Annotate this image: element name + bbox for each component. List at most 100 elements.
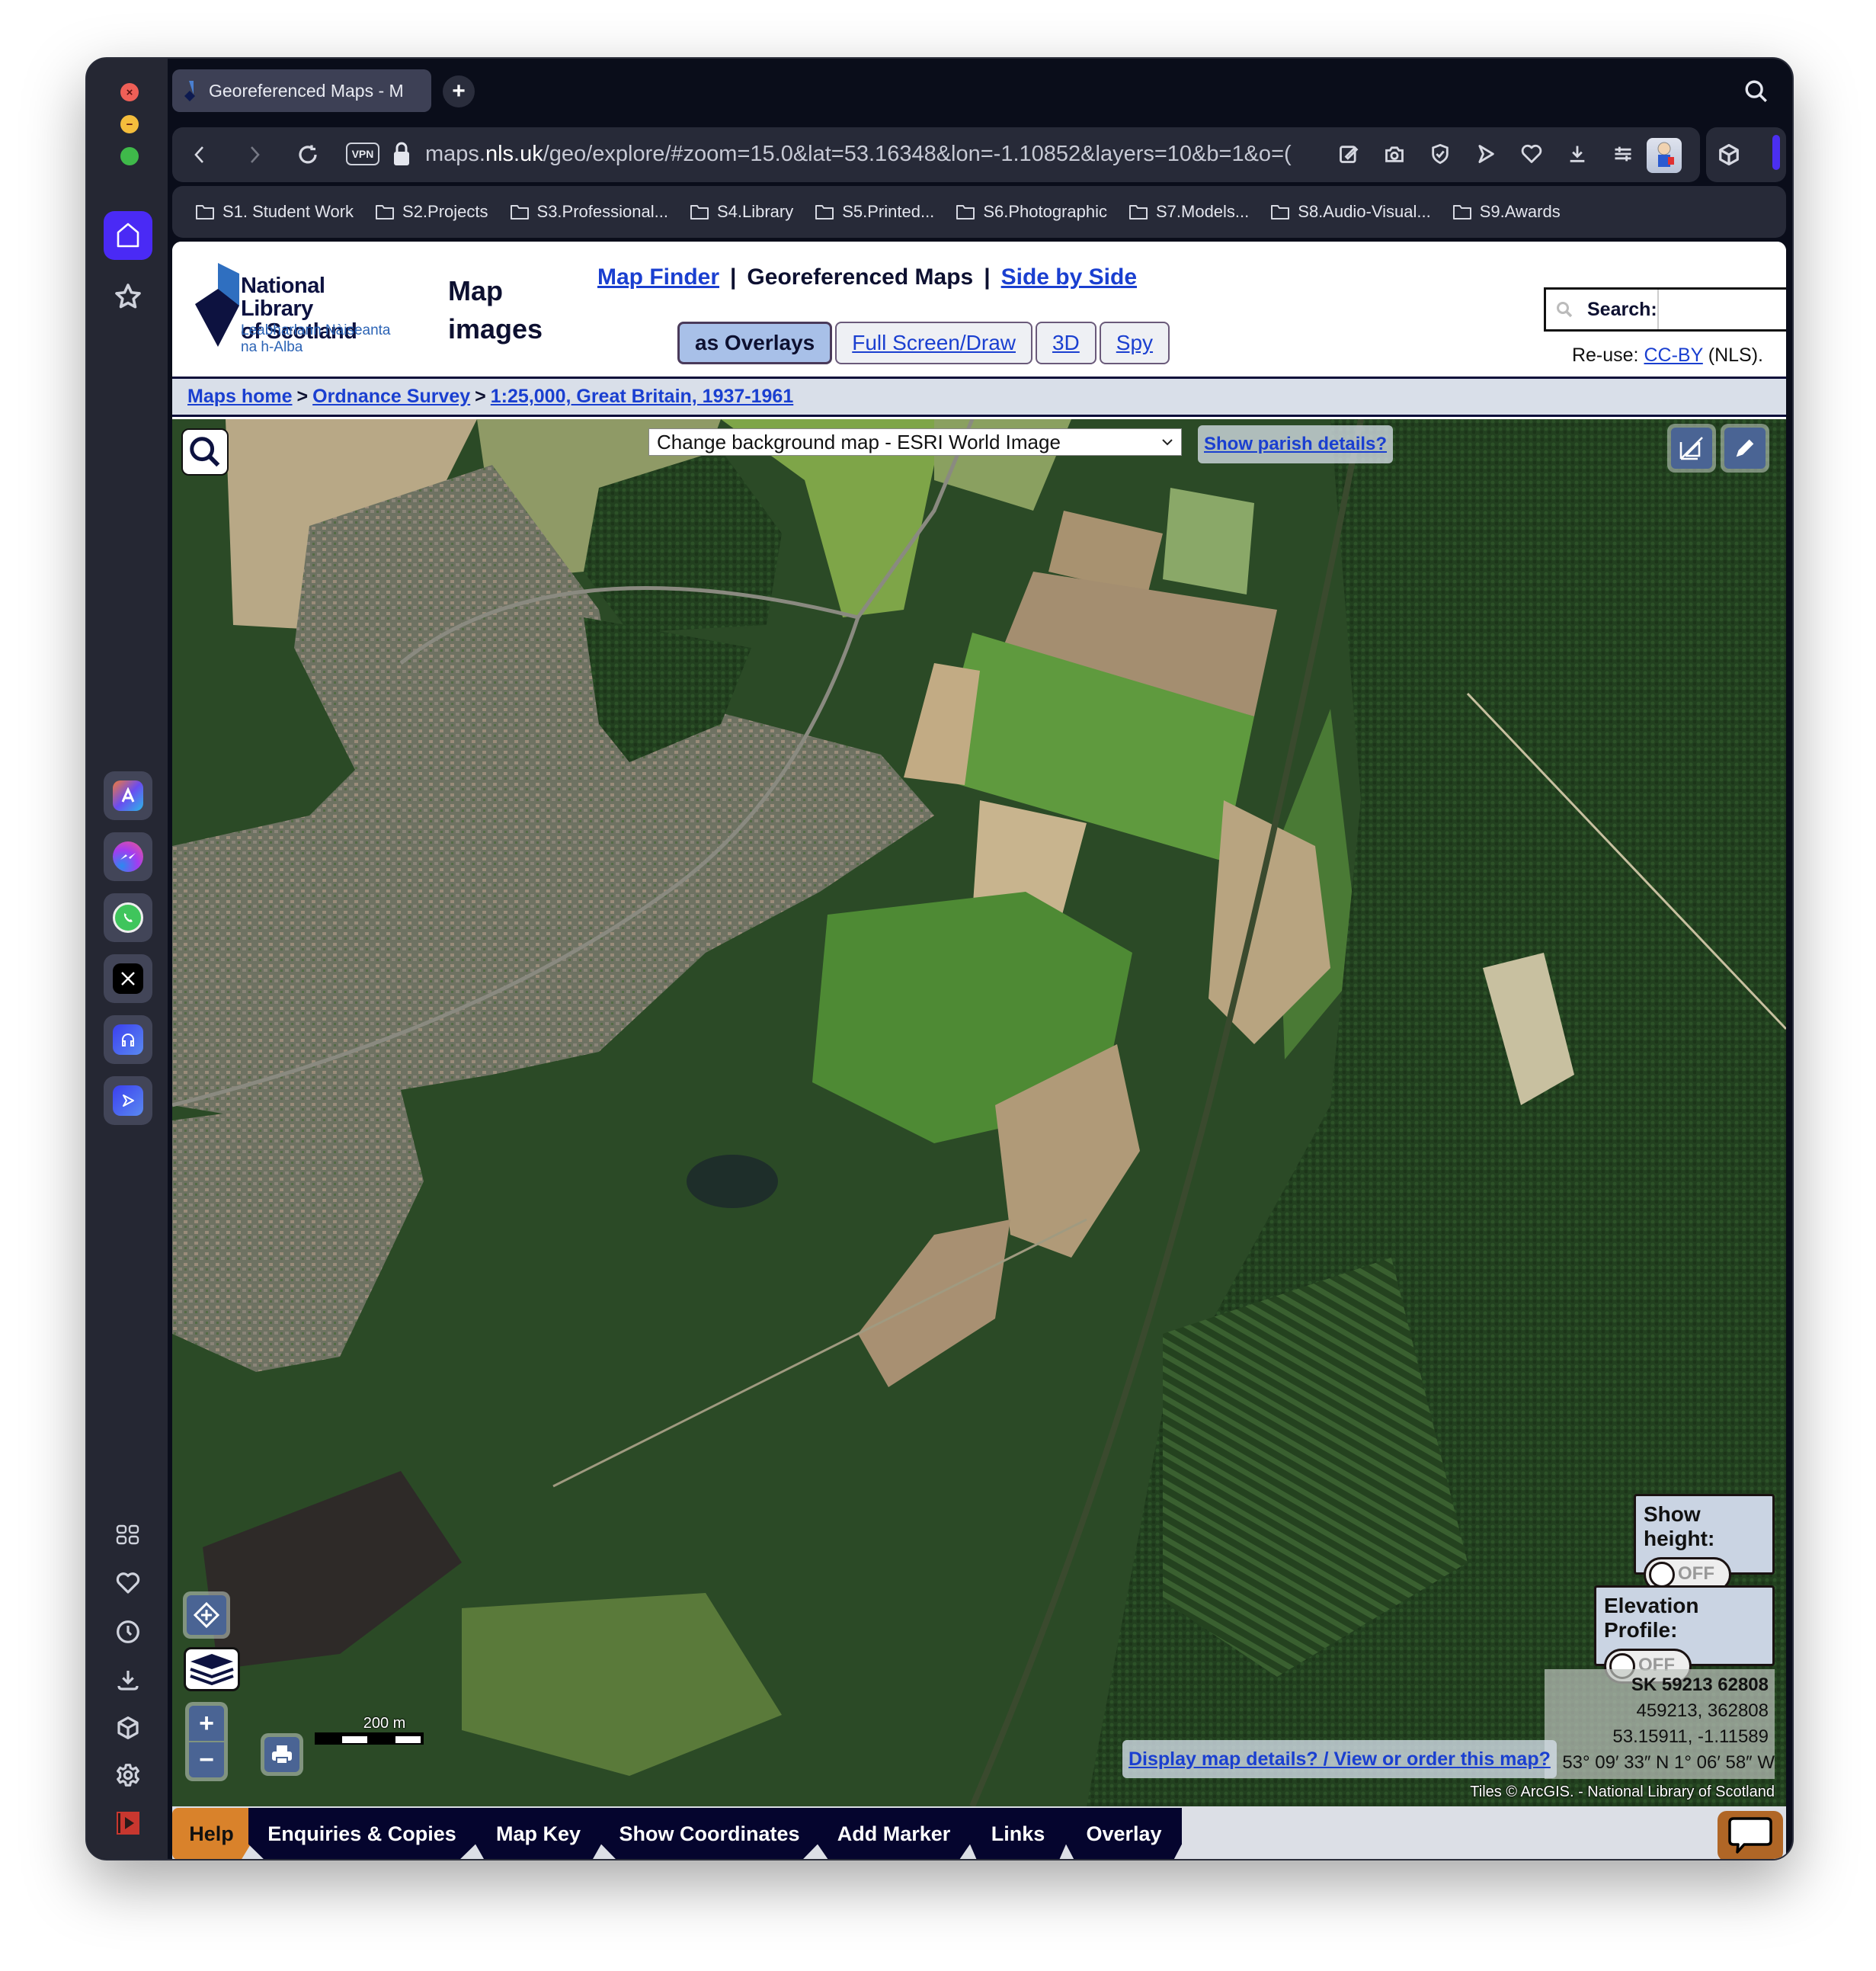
vpn-badge[interactable]: VPN (346, 143, 379, 165)
map-canvas[interactable]: Change background map - ESRI World Image… (172, 419, 1786, 1806)
profile-avatar[interactable] (1647, 138, 1682, 173)
breadcrumb-maps-home[interactable]: Maps home (187, 386, 293, 408)
bookmarks-button[interactable] (104, 272, 152, 321)
extensions-menu-button[interactable] (1715, 141, 1743, 168)
bookmark-folder[interactable]: S8.Audio-Visual... (1270, 202, 1431, 222)
extensions-button[interactable] (104, 1703, 152, 1752)
sidebar-app-whatsapp[interactable] (104, 893, 152, 942)
show-height-state: OFF (1678, 1563, 1714, 1584)
tab-3d[interactable]: 3D (1035, 322, 1096, 364)
sidebar-app-player[interactable] (104, 1076, 152, 1125)
show-parish-details-link[interactable]: Show parish details? (1198, 425, 1394, 463)
more-icon[interactable]: ••• (104, 1846, 152, 1859)
forward-button[interactable] (241, 141, 268, 168)
print-button[interactable] (261, 1733, 303, 1776)
search-input[interactable] (1657, 290, 1786, 329)
favorites-button[interactable] (104, 1559, 152, 1607)
background-map-select[interactable]: Change background map - ESRI World Image (648, 428, 1182, 456)
tab-title: Georeferenced Maps - M (209, 80, 404, 101)
tab-strip: Georeferenced Maps - M + (172, 69, 1792, 115)
video-button[interactable] (104, 1799, 152, 1848)
sidebar-app-music[interactable] (104, 1015, 152, 1064)
favorite-button[interactable] (1517, 139, 1546, 168)
bookmark-folder[interactable]: S6.Photographic (956, 202, 1107, 222)
zoom-window-button[interactable] (120, 147, 139, 165)
nav-separator: | (984, 264, 991, 290)
download-icon (117, 1671, 139, 1691)
reload-button[interactable] (294, 141, 322, 168)
search-icon (1557, 302, 1573, 318)
home-button[interactable] (104, 211, 152, 260)
history-button[interactable] (104, 1607, 152, 1656)
back-button[interactable] (186, 141, 213, 168)
downloads-button[interactable] (104, 1655, 152, 1704)
bookmark-folder[interactable]: S2.Projects (375, 202, 488, 222)
overlay-tab[interactable]: Overlay (1066, 1808, 1182, 1859)
minimize-window-button[interactable]: − (120, 115, 139, 133)
whatsapp-icon (113, 902, 143, 933)
sidebar-app-x[interactable] (104, 954, 152, 1003)
sidebar-app-messenger[interactable] (104, 832, 152, 881)
customize-button[interactable] (1609, 139, 1637, 168)
map-key-tab[interactable]: Map Key (475, 1808, 601, 1859)
draw-button[interactable] (1721, 424, 1769, 473)
layers-button[interactable] (184, 1647, 240, 1691)
web-page: National Library of Scotland Leabharlann … (172, 242, 1786, 1859)
zoom-in-button[interactable]: + (189, 1706, 224, 1741)
sidebar-panel-toggle[interactable] (1772, 135, 1780, 170)
new-tab-button[interactable]: + (443, 75, 475, 107)
bookmarks-bar: S1. Student Work S2.Projects S3.Professi… (172, 186, 1786, 238)
logo-gaelic-line2: na h-Alba (241, 339, 303, 355)
breadcrumb-series[interactable]: 1:25,000, Great Britain, 1937-1961 (491, 386, 793, 408)
enquiries-copies-tab[interactable]: Enquiries & Copies (248, 1808, 475, 1859)
browser-tab[interactable]: Georeferenced Maps - M (172, 69, 431, 112)
locate-button[interactable] (183, 1591, 230, 1639)
bookmark-label: S1. Student Work (222, 202, 354, 221)
folder-icon (1128, 205, 1148, 220)
bookmark-folder[interactable]: S1. Student Work (195, 202, 354, 222)
section-title-line1: Map (448, 275, 503, 306)
tab-spy[interactable]: Spy (1099, 322, 1170, 364)
side-by-side-link[interactable]: Side by Side (1001, 264, 1137, 290)
send-button[interactable] (1471, 139, 1500, 168)
map-search-button[interactable] (181, 428, 229, 476)
search-tabs-icon[interactable] (1743, 79, 1769, 104)
nls-favicon-icon (184, 81, 195, 101)
download-button[interactable] (1563, 139, 1592, 168)
tabs-button[interactable] (104, 1511, 152, 1559)
measure-button[interactable] (1667, 424, 1716, 473)
tab-full-screen-draw[interactable]: Full Screen/Draw (835, 322, 1032, 364)
feedback-chat-button[interactable] (1718, 1811, 1783, 1859)
breadcrumb: Maps home > Ordnance Survey > 1:25,000, … (172, 379, 1786, 417)
edit-page-button[interactable] (1334, 139, 1363, 168)
breadcrumb-ordnance-survey[interactable]: Ordnance Survey (312, 386, 470, 408)
bookmark-folder[interactable]: S9.Awards (1452, 202, 1561, 222)
settings-button[interactable] (104, 1751, 152, 1800)
url-field[interactable]: maps.nls.uk/geo/explore/#zoom=15.0&lat=5… (425, 139, 1301, 169)
url-domain: nls.uk (485, 142, 543, 166)
sliders-icon (1615, 146, 1631, 162)
zoom-out-button[interactable]: − (189, 1742, 224, 1777)
tab-as-overlays[interactable]: as Overlays (677, 322, 833, 364)
clock-icon (117, 1620, 139, 1643)
top-nav: Map Finder | Georeferenced Maps | Side by Si… (597, 264, 1137, 290)
bookmark-folder[interactable]: S5.Printed... (815, 202, 934, 222)
links-tab[interactable]: Links (970, 1808, 1066, 1859)
snapshot-button[interactable] (1380, 139, 1409, 168)
bookmark-folder[interactable]: S7.Models... (1128, 202, 1249, 222)
cc-by-link[interactable]: CC-BY (1644, 345, 1702, 366)
shield-button[interactable] (1426, 139, 1455, 168)
map-finder-link[interactable]: Map Finder (597, 264, 719, 290)
show-coordinates-tab[interactable]: Show Coordinates (601, 1808, 818, 1859)
close-window-button[interactable]: × (120, 83, 139, 101)
nls-logo[interactable]: National Library of Scotland Leabharlann … (195, 263, 401, 358)
help-tab[interactable]: Help (172, 1808, 251, 1859)
display-map-details-link[interactable]: Display map details? / View or order thi… (1122, 1740, 1557, 1778)
sidebar-app-aria[interactable] (104, 771, 152, 820)
layers-icon (190, 1654, 234, 1686)
bookmark-folder[interactable]: S4.Library (690, 202, 793, 222)
bookmark-folder[interactable]: S3.Professional... (510, 202, 668, 222)
elevation-profile-panel: Elevation Profile: OFF (1594, 1585, 1775, 1684)
add-marker-tab[interactable]: Add Marker (818, 1808, 970, 1859)
cube-icon (1719, 143, 1739, 166)
